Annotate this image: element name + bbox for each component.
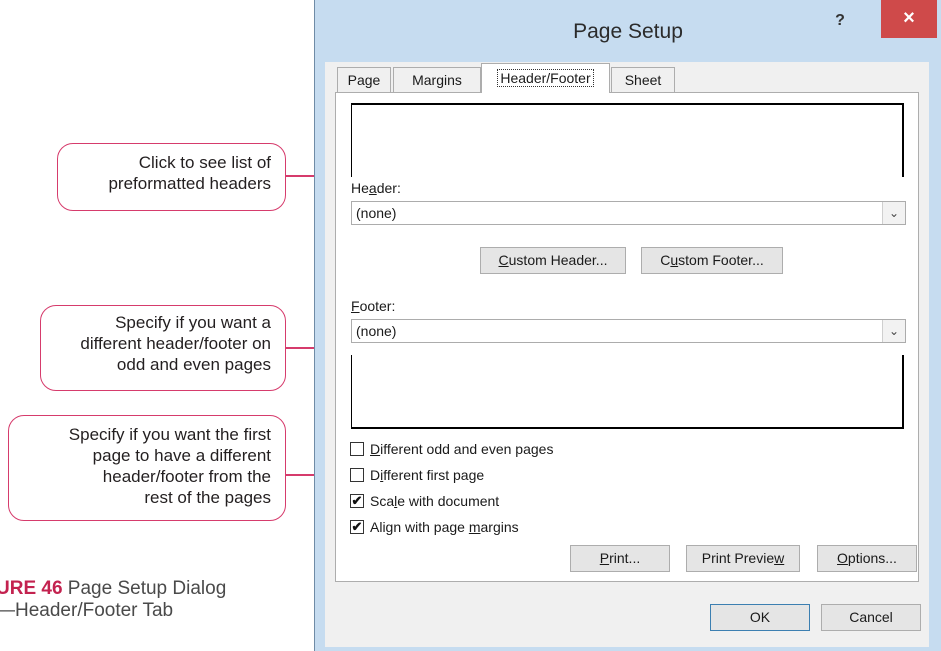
options-text: ptions...	[847, 550, 897, 566]
print-text: rint...	[609, 550, 641, 566]
print-preview-text: Print Previe	[701, 550, 775, 566]
header-label: Header:	[351, 180, 401, 196]
options-accel: O	[837, 550, 848, 566]
custom-header-button[interactable]: Custom Header...	[480, 247, 626, 274]
ok-button[interactable]: OK	[710, 604, 810, 631]
tab-header-footer-label: Header/Footer	[497, 69, 594, 87]
first-page-text-b: fferent first page	[383, 467, 485, 483]
odd-even-accel: D	[370, 441, 381, 457]
chevron-down-icon[interactable]: ⌄	[882, 320, 905, 342]
footer-label-accel: F	[351, 298, 360, 314]
print-button[interactable]: Print...	[570, 545, 670, 572]
different-first-page-checkbox[interactable]: Different first page	[350, 467, 550, 485]
custom-header-text: ustom Header...	[508, 252, 608, 268]
close-button[interactable]: ×	[881, 0, 937, 38]
header-dropdown[interactable]: (none) ⌄	[351, 201, 906, 225]
footer-label: Footer:	[351, 298, 395, 314]
checkmark-icon[interactable]: ✔	[350, 494, 364, 508]
odd-even-text: ifferent odd and even pages	[380, 441, 554, 457]
footer-preview	[351, 355, 904, 429]
custom-footer-accel: u	[670, 252, 679, 268]
align-with-margins-checkbox[interactable]: ✔ Align with page margins	[350, 519, 590, 537]
footer-label-text: ooter:	[359, 298, 396, 314]
tab-sheet[interactable]: Sheet	[611, 67, 675, 92]
footer-dropdown-value: (none)	[356, 323, 397, 339]
callout-odd-even: Specify if you want a different header/f…	[40, 305, 286, 391]
print-preview-button[interactable]: Print Preview	[686, 545, 800, 572]
caption-line-2: —Header/Footer Tab	[0, 600, 174, 621]
align-text-b: argins	[480, 519, 519, 535]
header-label-text-b: der:	[376, 180, 401, 196]
caption-line-1: Page Setup Dialog	[62, 578, 227, 599]
page-setup-dialog: Page Setup ? × Page Margins Header/Foote…	[314, 0, 941, 651]
custom-header-accel: C	[498, 252, 509, 268]
figure-caption: URE 46 Page Setup Dialog —Header/Footer …	[0, 578, 226, 622]
figure-number: URE 46	[0, 578, 63, 599]
cancel-button[interactable]: Cancel	[821, 604, 921, 631]
scale-text-b: e with document	[397, 493, 500, 509]
checkbox-box[interactable]	[350, 442, 364, 456]
custom-footer-text-b: stom Footer...	[678, 252, 764, 268]
tab-header-footer[interactable]: Header/Footer	[481, 63, 610, 93]
header-label-text-a: He	[351, 180, 369, 196]
align-text-a: Align with page	[370, 519, 469, 535]
scale-text-a: Sca	[370, 493, 395, 509]
checkbox-box[interactable]	[350, 468, 364, 482]
chevron-down-icon[interactable]: ⌄	[882, 202, 905, 224]
callout-first-page: Specify if you want the first page to ha…	[8, 415, 286, 521]
title-bar: Page Setup ? ×	[315, 0, 941, 62]
header-footer-panel: Header: (none) ⌄ Custom Header... Custom…	[335, 92, 919, 582]
first-page-text-a: D	[370, 467, 381, 483]
custom-footer-text-a: C	[660, 252, 671, 268]
different-first-page-label: Different first page	[370, 467, 484, 484]
scale-with-document-label: Scale with document	[370, 493, 499, 510]
header-preview	[351, 103, 904, 177]
header-dropdown-value: (none)	[356, 205, 397, 221]
checkmark-icon[interactable]: ✔	[350, 520, 364, 534]
scale-with-document-checkbox[interactable]: ✔ Scale with document	[350, 493, 550, 511]
tab-page[interactable]: Page	[337, 67, 391, 92]
different-odd-even-checkbox[interactable]: Different odd and even pages	[350, 441, 610, 459]
tab-margins[interactable]: Margins	[393, 67, 481, 92]
align-with-margins-label: Align with page margins	[370, 519, 519, 536]
different-odd-even-label: Different odd and even pages	[370, 441, 553, 458]
help-button[interactable]: ?	[825, 8, 855, 36]
print-accel: P	[599, 550, 610, 566]
align-accel: m	[468, 519, 481, 535]
print-preview-accel: w	[774, 550, 785, 566]
footer-dropdown[interactable]: (none) ⌄	[351, 319, 906, 343]
dialog-client-area: Page Margins Header/Footer Sheet Header:…	[325, 62, 929, 647]
options-button[interactable]: Options...	[817, 545, 917, 572]
callout-preformatted-headers: Click to see list of preformatted header…	[57, 143, 286, 211]
header-label-accel: a	[368, 180, 377, 196]
custom-footer-button[interactable]: Custom Footer...	[641, 247, 783, 274]
